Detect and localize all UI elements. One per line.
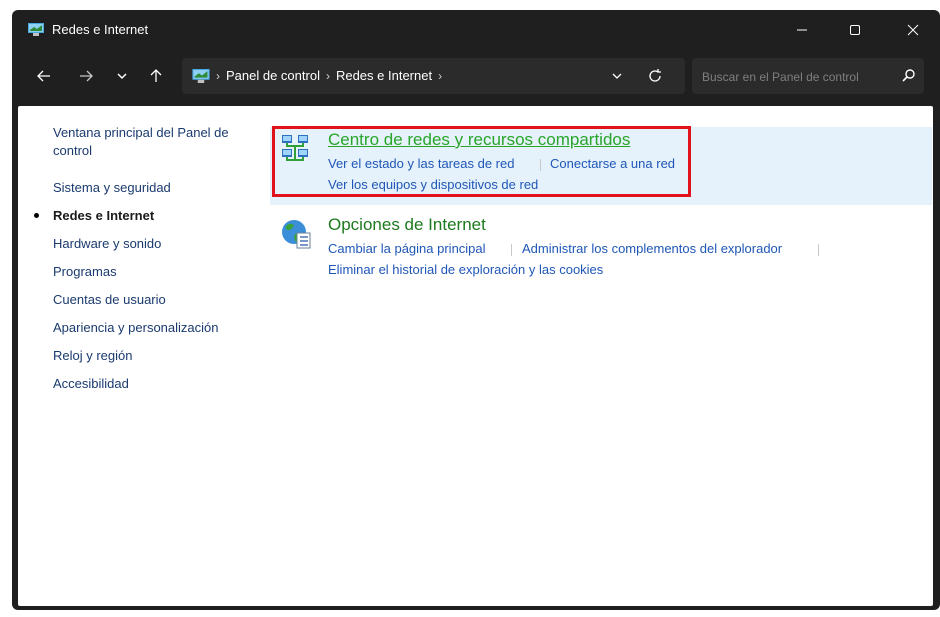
navigation-bar: › Panel de control › Redes e Internet › bbox=[12, 50, 940, 102]
forward-button[interactable] bbox=[74, 64, 98, 88]
breadcrumb-item-panel-de-control[interactable]: Panel de control bbox=[226, 68, 320, 83]
close-icon bbox=[907, 24, 919, 36]
category-internet-options: Opciones de Internet Cambiar la página p… bbox=[270, 212, 930, 282]
task-delete-browsing-history[interactable]: Eliminar el historial de exploración y l… bbox=[328, 262, 603, 277]
task-change-home-page[interactable]: Cambiar la página principal bbox=[328, 241, 486, 256]
task-separator bbox=[511, 244, 512, 256]
control-panel-icon bbox=[192, 69, 210, 83]
up-arrow-icon bbox=[150, 69, 162, 82]
task-separator bbox=[818, 244, 819, 256]
breadcrumb-separator-icon[interactable]: › bbox=[438, 69, 442, 83]
title-bar: Redes e Internet bbox=[12, 10, 940, 50]
control-panel-icon bbox=[28, 23, 44, 36]
recent-locations-button[interactable] bbox=[110, 64, 134, 88]
address-bar[interactable]: › Panel de control › Redes e Internet › bbox=[182, 58, 685, 94]
highlight-annotation-box bbox=[272, 126, 691, 197]
minimize-icon bbox=[797, 29, 807, 31]
maximize-icon bbox=[850, 25, 860, 35]
refresh-icon bbox=[649, 69, 661, 82]
sidebar-item-hardware-y-sonido[interactable]: Hardware y sonido bbox=[53, 235, 161, 253]
back-button[interactable] bbox=[32, 64, 56, 88]
breadcrumb: › Panel de control › Redes e Internet › bbox=[216, 68, 442, 83]
chevron-down-icon bbox=[117, 73, 127, 80]
maximize-button[interactable] bbox=[832, 10, 878, 50]
window-title: Redes e Internet bbox=[52, 22, 149, 37]
control-panel-window: Redes e Internet › Panel de control › Re… bbox=[12, 10, 940, 610]
breadcrumb-item-redes-e-internet[interactable]: Redes e Internet bbox=[336, 68, 432, 83]
back-arrow-icon bbox=[37, 70, 50, 82]
internet-options-icon[interactable] bbox=[280, 218, 312, 250]
sidebar-item-programas[interactable]: Programas bbox=[53, 263, 117, 281]
breadcrumb-separator-icon[interactable]: › bbox=[216, 69, 220, 83]
sidebar-item-apariencia-y-personalizacion[interactable]: Apariencia y personalización bbox=[53, 319, 218, 337]
forward-arrow-icon bbox=[80, 70, 93, 82]
sidebar-item-sistema-y-seguridad[interactable]: Sistema y seguridad bbox=[53, 179, 171, 197]
search-box[interactable] bbox=[692, 58, 924, 94]
sidebar-item-cuentas-de-usuario[interactable]: Cuentas de usuario bbox=[53, 291, 166, 309]
sidebar-item-accesibilidad[interactable]: Accesibilidad bbox=[53, 375, 129, 393]
active-bullet-icon bbox=[34, 213, 39, 218]
refresh-button[interactable] bbox=[644, 65, 666, 87]
category-title-internet-options[interactable]: Opciones de Internet bbox=[328, 215, 486, 235]
search-icon[interactable] bbox=[902, 68, 916, 82]
chevron-down-icon bbox=[612, 73, 622, 79]
search-input[interactable] bbox=[700, 66, 894, 88]
sidebar-item-home[interactable]: Ventana principal del Panel de control bbox=[53, 124, 253, 160]
sidebar-item-reloj-y-region[interactable]: Reloj y región bbox=[53, 347, 133, 365]
breadcrumb-separator-icon[interactable]: › bbox=[326, 69, 330, 83]
up-button[interactable] bbox=[144, 64, 168, 88]
minimize-button[interactable] bbox=[779, 10, 825, 50]
close-button[interactable] bbox=[890, 10, 936, 50]
task-manage-add-ons[interactable]: Administrar los complementos del explora… bbox=[522, 241, 782, 256]
content-pane: Ventana principal del Panel de control S… bbox=[18, 106, 933, 606]
sidebar-item-redes-e-internet: Redes e Internet bbox=[53, 208, 155, 223]
sidebar: Ventana principal del Panel de control S… bbox=[18, 106, 263, 606]
address-dropdown-button[interactable] bbox=[607, 66, 627, 86]
